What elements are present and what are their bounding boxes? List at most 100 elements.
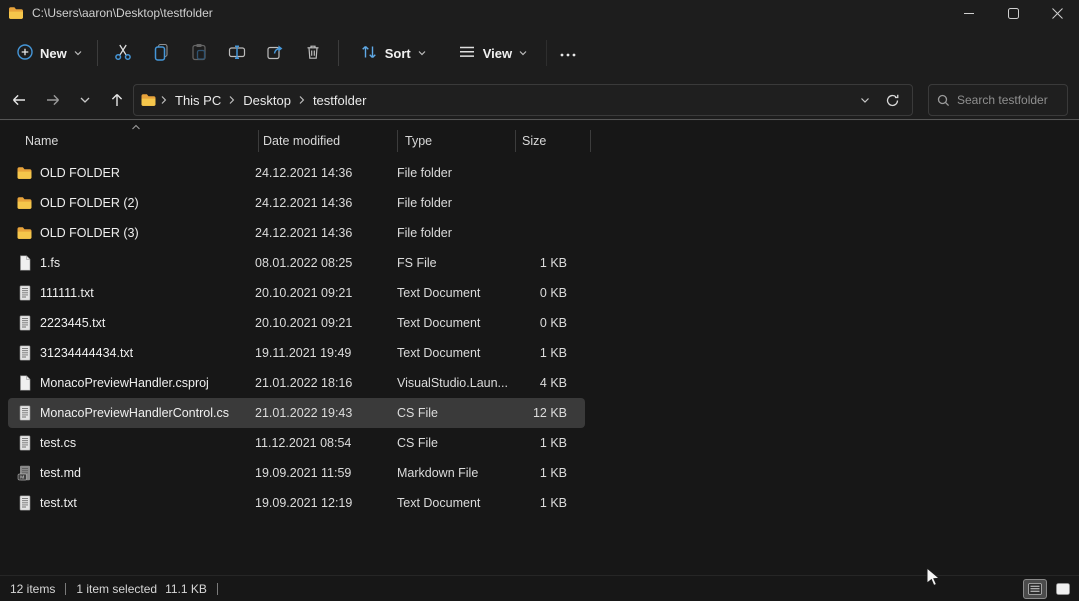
file-name: 111111.txt <box>40 286 94 300</box>
toolbar-separator <box>97 40 98 66</box>
breadcrumb-testfolder[interactable]: testfolder <box>309 93 370 108</box>
new-button[interactable]: New <box>8 35 91 71</box>
column-header-name[interactable]: Name <box>25 134 58 148</box>
new-button-label: New <box>40 46 67 61</box>
file-name: 31234444434.txt <box>40 346 133 360</box>
forward-button[interactable] <box>40 87 66 113</box>
navigation-bar: This PC Desktop testfolder <box>0 80 1079 120</box>
back-button[interactable] <box>6 87 32 113</box>
search-input[interactable] <box>957 93 1057 107</box>
search-box[interactable] <box>928 84 1068 116</box>
file-row[interactable]: test.txt19.09.2021 12:19Text Document1 K… <box>8 488 585 518</box>
file-row[interactable]: 1.fs08.01.2022 08:25FS File1 KB <box>8 248 585 278</box>
column-divider[interactable] <box>397 130 398 152</box>
selection-count: 1 item selected <box>76 582 157 596</box>
file-name: OLD FOLDER (2) <box>40 196 139 210</box>
chevron-down-icon <box>417 46 427 61</box>
file-row[interactable]: 2223445.txt 20.10.2021 09:21Text Document… <box>8 308 585 338</box>
column-divider[interactable] <box>590 130 591 152</box>
file-row[interactable]: test.cs11.12.2021 08:54CS File1 KB <box>8 428 585 458</box>
file-name-cell: 111111.txt <box>8 285 255 301</box>
text-icon <box>16 315 33 331</box>
maximize-button[interactable] <box>991 0 1035 26</box>
file-type: Markdown File <box>397 466 507 480</box>
file-size: 1 KB <box>507 466 575 480</box>
file-row[interactable]: 111111.txt20.10.2021 09:21Text Document0… <box>8 278 585 308</box>
share-icon <box>265 42 285 65</box>
selection-size: 11.1 KB <box>165 582 207 596</box>
file-size: 1 KB <box>507 346 575 360</box>
view-button[interactable]: View <box>449 35 536 71</box>
column-divider[interactable] <box>258 130 259 152</box>
sort-ascending-icon <box>131 120 141 134</box>
file-row[interactable]: OLD FOLDER24.12.2021 14:36File folder <box>8 158 585 188</box>
file-type: Text Document <box>397 316 507 330</box>
folder-icon <box>16 226 33 240</box>
delete-button[interactable] <box>294 35 332 71</box>
file-name: test.md <box>40 466 81 480</box>
file-name-cell: test.cs <box>8 435 255 451</box>
column-divider[interactable] <box>515 130 516 152</box>
file-type: CS File <box>397 406 507 420</box>
address-bar[interactable]: This PC Desktop testfolder <box>133 84 913 116</box>
paste-icon <box>189 42 209 65</box>
share-button[interactable] <box>256 35 294 71</box>
file-date-modified: 20.10.2021 09:21 <box>255 316 397 330</box>
breadcrumb-this-pc[interactable]: This PC <box>171 93 225 108</box>
rename-button[interactable] <box>218 35 256 71</box>
breadcrumb-desktop[interactable]: Desktop <box>239 93 295 108</box>
folder-icon <box>8 6 24 20</box>
file-row[interactable]: OLD FOLDER (2)24.12.2021 14:36File folde… <box>8 188 585 218</box>
file-date-modified: 19.09.2021 12:19 <box>255 496 397 510</box>
close-button[interactable] <box>1035 0 1079 26</box>
file-name-cell: OLD FOLDER (3) <box>8 226 255 240</box>
file-name-cell: OLD FOLDER (2) <box>8 196 255 210</box>
file-name: test.cs <box>40 436 76 450</box>
file-icon <box>16 375 33 391</box>
column-header-size[interactable]: Size <box>522 134 546 148</box>
status-divider <box>65 583 66 595</box>
see-more-button[interactable] <box>553 35 583 71</box>
file-type: File folder <box>397 196 507 210</box>
up-button[interactable] <box>104 87 130 113</box>
minimize-button[interactable] <box>947 0 991 26</box>
file-name-cell: Mtest.md <box>8 465 255 481</box>
column-header-type[interactable]: Type <box>405 134 432 148</box>
thumbnail-view-button[interactable] <box>1051 579 1075 599</box>
file-row[interactable]: 31234444434.txt19.11.2021 19:49Text Docu… <box>8 338 585 368</box>
cut-button[interactable] <box>104 35 142 71</box>
file-date-modified: 19.09.2021 11:59 <box>255 466 397 480</box>
text-icon <box>16 495 33 511</box>
status-bar: 12 items 1 item selected 11.1 KB <box>0 575 1079 601</box>
file-list-pane: Name Date modified Type Size OLD FOLDER2… <box>0 121 1079 575</box>
refresh-icon[interactable] <box>885 93 900 108</box>
file-row[interactable]: MonacoPreviewHandler.csproj21.01.2022 18… <box>8 368 585 398</box>
file-type: VisualStudio.Laun... <box>397 376 507 390</box>
file-size: 0 KB <box>507 316 575 330</box>
file-name: OLD FOLDER (3) <box>40 226 139 240</box>
sort-button[interactable]: Sort <box>351 35 435 71</box>
text-icon <box>16 285 33 301</box>
file-size: 1 KB <box>507 496 575 510</box>
address-dropdown-chevron-icon[interactable] <box>859 94 871 106</box>
copy-button[interactable] <box>142 35 180 71</box>
search-icon <box>937 94 950 107</box>
command-toolbar: New <box>0 26 1079 80</box>
title-bar: C:\Users\aaron\Desktop\testfolder <box>0 0 1079 26</box>
folder-icon <box>140 93 157 107</box>
details-view-button[interactable] <box>1023 579 1047 599</box>
file-list: OLD FOLDER24.12.2021 14:36File folderOLD… <box>0 158 1079 518</box>
file-name: OLD FOLDER <box>40 166 120 180</box>
plus-circle-icon <box>16 43 34 64</box>
file-name: 2223445.txt <box>40 316 105 330</box>
scissors-icon <box>113 42 133 65</box>
list-lines-icon <box>457 42 477 65</box>
column-header-date-modified[interactable]: Date modified <box>263 134 340 148</box>
file-row[interactable]: OLD FOLDER (3)24.12.2021 14:36File folde… <box>8 218 585 248</box>
file-type: FS File <box>397 256 507 270</box>
file-name: 1.fs <box>40 256 60 270</box>
file-row[interactable]: MonacoPreviewHandlerControl.cs21.01.2022… <box>8 398 585 428</box>
recent-locations-button[interactable] <box>72 87 98 113</box>
file-row[interactable]: Mtest.md19.09.2021 11:59Markdown File1 K… <box>8 458 585 488</box>
paste-button[interactable] <box>180 35 218 71</box>
